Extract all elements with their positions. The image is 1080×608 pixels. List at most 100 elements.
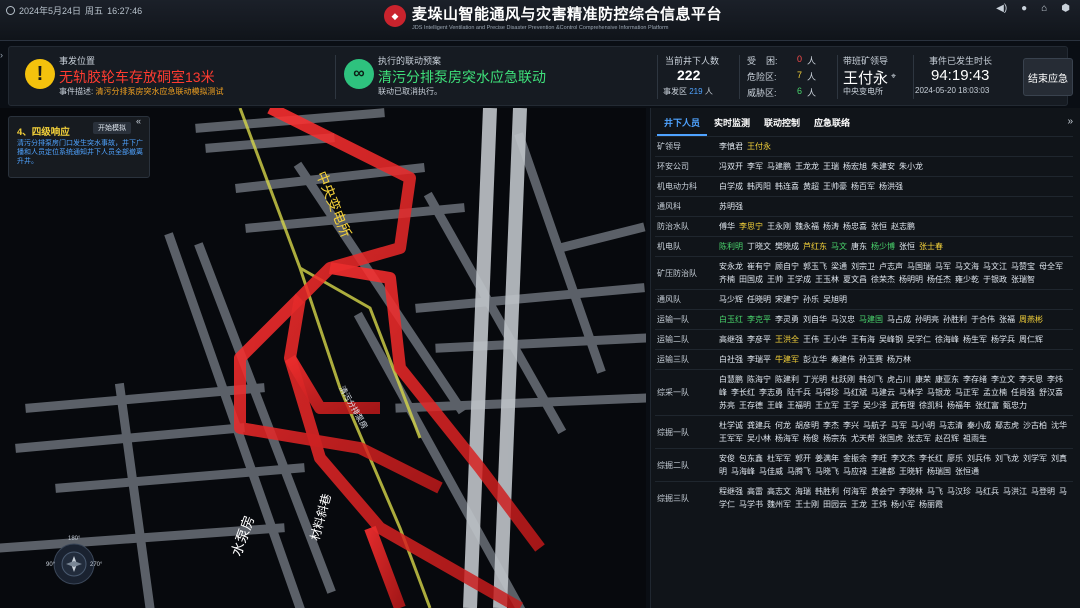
person-name[interactable]: 鄢志虎 bbox=[995, 421, 1019, 430]
person-name[interactable]: 李旺 bbox=[871, 454, 887, 463]
person-name[interactable]: 朱小龙 bbox=[899, 162, 923, 171]
person-name[interactable]: 马汉忠 bbox=[831, 315, 855, 324]
person-name[interactable]: 马文江 bbox=[983, 262, 1007, 271]
person-name[interactable]: 杨任杰 bbox=[927, 275, 951, 284]
person-name[interactable]: 王帅 bbox=[767, 275, 783, 284]
start-simulation-button[interactable]: 开始模拟 bbox=[93, 122, 131, 134]
person-name[interactable]: 李兴 bbox=[843, 421, 859, 430]
person-name[interactable]: 傅华 bbox=[719, 222, 735, 231]
person-name[interactable]: 张恒 bbox=[871, 222, 887, 231]
person-name[interactable]: 马腾飞 bbox=[787, 467, 811, 476]
person-name[interactable]: 陆千兵 bbox=[787, 388, 811, 397]
person-name[interactable]: 王军军 bbox=[719, 434, 743, 443]
person-name[interactable]: 李长红 bbox=[731, 388, 755, 397]
speaker-icon[interactable]: ◀) bbox=[996, 3, 1007, 14]
person-name[interactable]: 马小明 bbox=[911, 421, 935, 430]
person-name[interactable]: 李志勇 bbox=[759, 388, 783, 397]
person-name[interactable]: 孙玉赛 bbox=[859, 355, 883, 364]
person-name[interactable]: 齐楠 bbox=[719, 275, 735, 284]
tab-linkage-control[interactable]: 联动控制 bbox=[757, 114, 807, 136]
person-name[interactable]: 马国瑞 bbox=[907, 262, 931, 271]
person-name[interactable]: 周燕彬 bbox=[1019, 315, 1043, 324]
person-name[interactable]: 于合伟 bbox=[971, 315, 995, 324]
person-name[interactable]: 陈建利 bbox=[775, 375, 799, 384]
user-icon[interactable]: ● bbox=[1021, 3, 1027, 14]
person-name[interactable]: 马建云 bbox=[871, 388, 895, 397]
person-name[interactable]: 韩丙阳 bbox=[747, 182, 771, 191]
person-name[interactable]: 郭玉飞 bbox=[803, 262, 827, 271]
person-name[interactable]: 王帅豪 bbox=[823, 182, 847, 191]
person-name[interactable]: 杨生军 bbox=[963, 335, 987, 344]
person-name[interactable]: 马红斌 bbox=[843, 388, 867, 397]
person-name[interactable]: 马学书 bbox=[739, 500, 763, 509]
person-name[interactable]: 尤天帮 bbox=[851, 434, 875, 443]
person-name[interactable]: 杨俊 bbox=[803, 434, 819, 443]
person-name[interactable]: 吴小林 bbox=[747, 434, 771, 443]
person-name[interactable]: 白学成 bbox=[719, 182, 743, 191]
person-name[interactable]: 何龙 bbox=[775, 421, 791, 430]
person-name[interactable]: 孙明亮 bbox=[915, 315, 939, 324]
person-name[interactable]: 马飞 bbox=[927, 487, 943, 496]
person-name[interactable]: 姜满年 bbox=[815, 454, 839, 463]
person-name[interactable]: 高志文 bbox=[767, 487, 791, 496]
person-name[interactable]: 沈华 bbox=[1051, 421, 1067, 430]
person-name[interactable]: 王龙龙 bbox=[795, 162, 819, 171]
person-name[interactable]: 王炜 bbox=[871, 500, 887, 509]
person-name[interactable]: 马赞宝 bbox=[1011, 262, 1035, 271]
person-name[interactable]: 王福明 bbox=[787, 401, 811, 410]
person-name[interactable]: 杨百军 bbox=[851, 182, 875, 191]
person-name[interactable]: 魏州军 bbox=[767, 500, 791, 509]
person-name[interactable]: 苏明强 bbox=[719, 202, 743, 211]
person-name[interactable]: 马佳威 bbox=[759, 467, 783, 476]
person-name[interactable]: 赵志鹏 bbox=[891, 222, 915, 231]
person-name[interactable]: 杨丽霞 bbox=[919, 500, 943, 509]
person-name[interactable]: 马应禄 bbox=[843, 467, 867, 476]
person-name[interactable]: 彭立华 bbox=[803, 355, 827, 364]
person-name[interactable]: 李彦平 bbox=[747, 335, 771, 344]
person-name[interactable]: 秦小成 bbox=[967, 421, 991, 430]
person-name[interactable]: 牛建军 bbox=[775, 355, 799, 364]
person-name[interactable]: 魏永福 bbox=[795, 222, 819, 231]
person-name[interactable]: 刘宗卫 bbox=[851, 262, 875, 271]
person-name[interactable]: 王龙 bbox=[851, 500, 867, 509]
person-name[interactable]: 马洪江 bbox=[1003, 487, 1027, 496]
person-name[interactable]: 杨学兵 bbox=[991, 335, 1015, 344]
person-name[interactable]: 朱建安 bbox=[871, 162, 895, 171]
person-name[interactable]: 郭开 bbox=[795, 454, 811, 463]
person-name[interactable]: 孙胜利 bbox=[943, 315, 967, 324]
person-name[interactable]: 卢志声 bbox=[879, 262, 903, 271]
person-name[interactable]: 胡彦明 bbox=[795, 421, 819, 430]
person-name[interactable]: 韩胜利 bbox=[815, 487, 839, 496]
person-name[interactable]: 杨瑞国 bbox=[927, 467, 951, 476]
end-emergency-button[interactable]: 结束应急 bbox=[1023, 58, 1073, 96]
person-name[interactable]: 张福 bbox=[999, 315, 1015, 324]
person-name[interactable]: 王玉林 bbox=[815, 275, 839, 284]
person-name[interactable]: 李晓林 bbox=[899, 487, 923, 496]
person-name[interactable]: 金振余 bbox=[843, 454, 867, 463]
home-icon[interactable]: ⌂ bbox=[1041, 3, 1047, 14]
person-name[interactable]: 马正军 bbox=[955, 388, 979, 397]
person-name[interactable]: 丁晓文 bbox=[747, 242, 771, 251]
person-name[interactable]: 田国成 bbox=[739, 275, 763, 284]
person-name[interactable]: 丁光明 bbox=[803, 375, 827, 384]
person-name[interactable]: 刘飞龙 bbox=[995, 454, 1019, 463]
person-name[interactable]: 李杰 bbox=[823, 421, 839, 430]
person-name[interactable]: 马汉珍 bbox=[947, 487, 971, 496]
person-name[interactable]: 李灵勇 bbox=[775, 315, 799, 324]
person-name[interactable]: 杨福年 bbox=[947, 401, 971, 410]
person-name[interactable]: 马少辉 bbox=[719, 295, 743, 304]
person-name[interactable]: 韩连喜 bbox=[775, 182, 799, 191]
person-name[interactable]: 张志军 bbox=[907, 434, 931, 443]
person-name[interactable]: 白社强 bbox=[719, 355, 743, 364]
person-name[interactable]: 武有理 bbox=[891, 401, 915, 410]
person-name[interactable]: 李长红 bbox=[919, 454, 943, 463]
person-name[interactable]: 徐荣杰 bbox=[871, 275, 895, 284]
person-name[interactable]: 马航子 bbox=[863, 421, 887, 430]
person-name[interactable]: 马占成 bbox=[887, 315, 911, 324]
person-name[interactable]: 马军 bbox=[935, 262, 951, 271]
person-name[interactable]: 李天恩 bbox=[1019, 375, 1043, 384]
person-name[interactable]: 李存绪 bbox=[963, 375, 987, 384]
person-name[interactable]: 李瑞平 bbox=[747, 355, 771, 364]
person-name[interactable]: 何海军 bbox=[843, 487, 867, 496]
person-name[interactable]: 秦建伟 bbox=[831, 355, 855, 364]
